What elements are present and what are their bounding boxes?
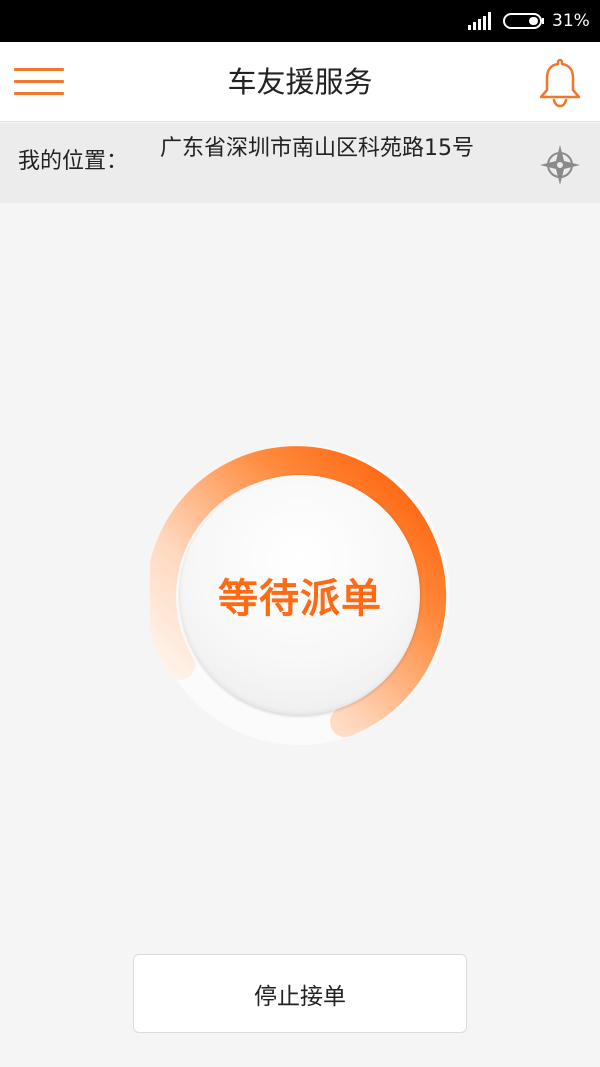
location-bar: 我的位置： 广东省深圳市南山区科苑路15号 <box>0 123 600 203</box>
waiting-status-ring: 等待派单 <box>150 445 450 745</box>
signal-icon <box>468 12 491 30</box>
stop-accepting-button[interactable]: 停止接单 <box>133 954 467 1033</box>
bell-icon[interactable] <box>536 56 584 108</box>
stop-accepting-label: 停止接单 <box>254 983 346 1010</box>
location-address: 广东省深圳市南山区科苑路15号 <box>160 136 474 161</box>
page-title: 车友援服务 <box>227 65 373 99</box>
app-header: 车友援服务 <box>0 42 600 122</box>
locate-icon[interactable] <box>538 143 582 187</box>
location-label: 我的位置： <box>18 149 129 174</box>
status-bar: 31% <box>0 0 600 42</box>
waiting-dispatch-button[interactable]: 等待派单 <box>180 475 420 715</box>
menu-icon[interactable] <box>14 64 64 100</box>
battery-percent: 31% <box>552 11 590 31</box>
waiting-dispatch-label: 等待派单 <box>218 576 382 622</box>
battery-icon <box>503 13 544 29</box>
